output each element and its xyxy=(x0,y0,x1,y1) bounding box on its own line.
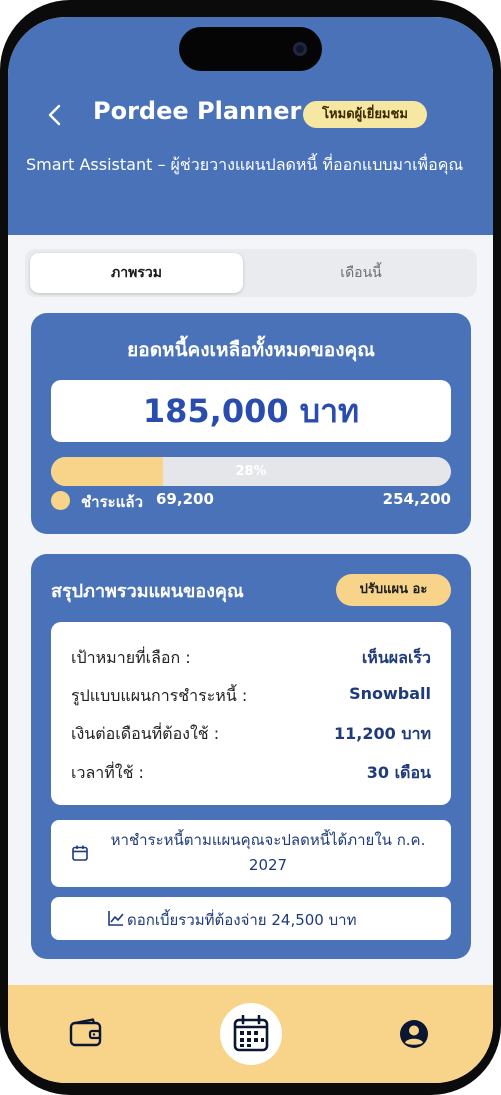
app-screen: Pordee Planner โหมดผู้เยี่ยมชม Smart Ass… xyxy=(8,17,493,1083)
phone-frame: Pordee Planner โหมดผู้เยี่ยมชม Smart Ass… xyxy=(0,0,501,1095)
app-title: Pordee Planner xyxy=(93,97,302,125)
view-tabs: ภาพรวม เดือนนี้ xyxy=(25,249,477,297)
total-debt-value: 254,200 xyxy=(382,490,451,508)
plan-details-box: เป้าหมายที่เลือก : เห็นผลเร็ว รูปแบบแผนก… xyxy=(51,622,451,805)
calendar-icon xyxy=(233,1015,269,1052)
nav-account[interactable] xyxy=(399,1019,429,1053)
plan-detail-row: เป้าหมายที่เลือก : เห็นผลเร็ว xyxy=(71,646,431,670)
app-subtitle: Smart Assistant – ผู้ช่วยวางแผนปลดหนี้ ท… xyxy=(26,155,464,174)
repayment-progress-bar: 28% xyxy=(51,457,451,486)
plan-detail-row: รูปแบบแผนการชำระหนี้ : Snowball xyxy=(71,684,431,708)
total-interest-info: ดอกเบี้ยรวมที่ต้องจ่าย 24,500 บาท xyxy=(51,897,451,940)
app-header: Pordee Planner โหมดผู้เยี่ยมชม Smart Ass… xyxy=(8,17,493,235)
tab-overview[interactable]: ภาพรวม xyxy=(30,253,243,293)
progress-percent-label: 28% xyxy=(235,464,267,479)
back-button[interactable] xyxy=(44,101,68,129)
nav-calendar[interactable] xyxy=(220,1003,282,1065)
bottom-navigation xyxy=(8,985,493,1083)
remaining-debt-card: ยอดหนี้คงเหลือทั้งหมดของคุณ 185,000 บาท … xyxy=(31,313,471,534)
chevron-left-icon xyxy=(48,104,61,126)
adjust-plan-button[interactable]: ปรับแผน อะ xyxy=(336,574,451,606)
camera-icon xyxy=(293,42,307,56)
payoff-date-info: หาชำระหนี้ตามแผนคุณจะปลดหนี้ได้ภายใน ก.ค… xyxy=(51,820,451,887)
plan-type-label: รูปแบบแผนการชำระหนี้ : xyxy=(71,686,248,705)
nav-wallet[interactable] xyxy=(69,1018,103,1052)
guest-mode-badge: โหมดผู้เยี่ยมชม xyxy=(303,101,427,128)
monthly-payment-value: 11,200 บาท xyxy=(334,724,431,743)
paid-value: 69,200 xyxy=(156,490,214,508)
paid-label: ชำระแล้ว xyxy=(81,493,143,511)
monthly-payment-label: เงินต่อเดือนที่ต้องใช้ : xyxy=(71,724,220,743)
remaining-debt-amount: 185,000 บาท xyxy=(51,380,451,442)
duration-value: 30 เดือน xyxy=(366,763,431,782)
paid-legend-dot xyxy=(51,491,70,510)
remaining-debt-title: ยอดหนี้คงเหลือทั้งหมดของคุณ xyxy=(127,339,375,361)
plan-summary-card: สรุปภาพรวมแผนของคุณ ปรับแผน อะ เป้าหมายท… xyxy=(31,554,471,959)
plan-detail-row: เงินต่อเดือนที่ต้องใช้ : 11,200 บาท xyxy=(71,722,431,746)
duration-label: เวลาที่ใช้ : xyxy=(71,763,144,782)
plan-summary-title: สรุปภาพรวมแผนของคุณ xyxy=(51,581,244,602)
goal-value: เห็นผลเร็ว xyxy=(361,648,431,667)
total-interest-text: ดอกเบี้ยรวมที่ต้องจ่าย 24,500 บาท xyxy=(127,911,357,929)
wallet-icon xyxy=(69,1018,102,1047)
calendar-small-icon xyxy=(72,845,88,861)
tab-this-month[interactable]: เดือนนี้ xyxy=(251,253,471,293)
plan-type-value: Snowball xyxy=(349,684,431,703)
plan-detail-row: เวลาที่ใช้ : 30 เดือน xyxy=(71,761,431,785)
trending-chart-icon xyxy=(108,911,124,926)
dynamic-island xyxy=(179,27,322,71)
goal-label: เป้าหมายที่เลือก : xyxy=(71,648,191,667)
payoff-date-text: หาชำระหนี้ตามแผนคุณจะปลดหนี้ได้ภายใน ก.ค… xyxy=(110,831,426,874)
account-icon xyxy=(400,1020,428,1048)
